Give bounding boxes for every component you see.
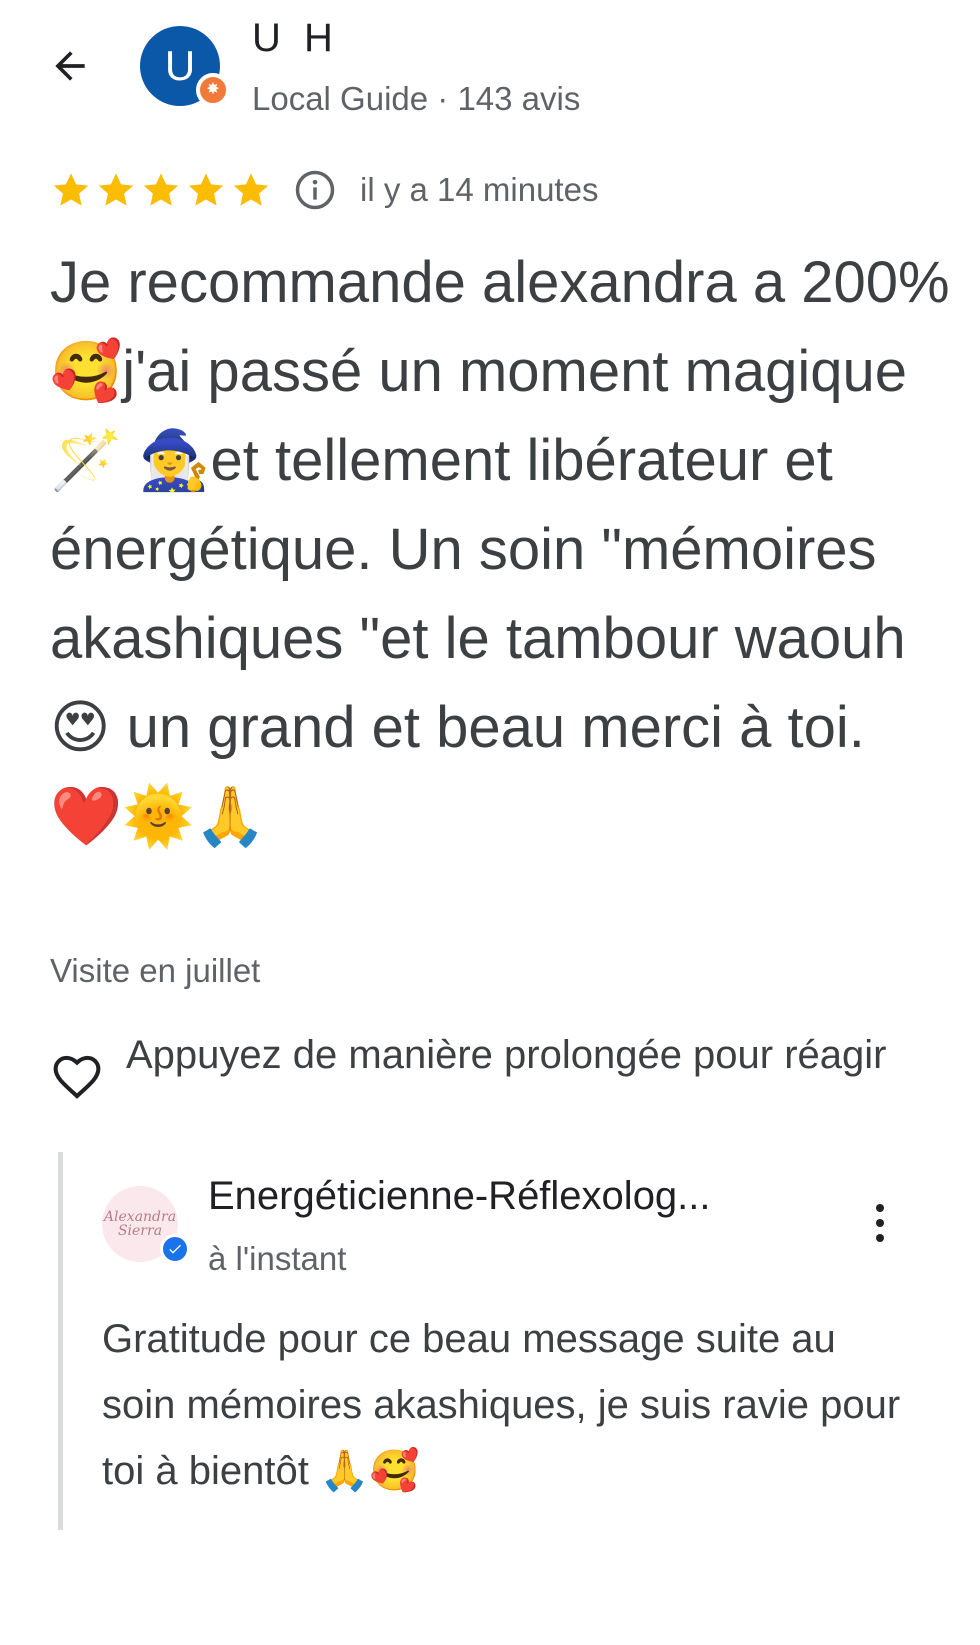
star-rating	[50, 169, 272, 211]
rating-row: il y a 14 minutes	[50, 168, 598, 212]
owner-reply-time: à l'instant	[208, 1240, 347, 1277]
reviewer-name[interactable]: U H	[252, 16, 339, 61]
verified-check-icon	[160, 1234, 190, 1264]
star-icon	[188, 173, 224, 206]
review-detail-screen: U ✸ U H Local Guide · 143 avis il y a 14…	[0, 0, 980, 1645]
review-time: il y a 14 minutes	[360, 171, 599, 208]
star-icon	[143, 173, 179, 206]
heart-outline-icon	[53, 1055, 101, 1099]
back-button[interactable]	[40, 36, 100, 96]
reply-divider	[58, 1152, 63, 1530]
review-text: Je recommande alexandra a 200% 🥰j'ai pas…	[50, 250, 950, 849]
star-icon	[98, 173, 134, 206]
visit-date: Visite en juillet	[50, 952, 261, 989]
owner-avatar-logo-text: Alexandra Sierra	[103, 1209, 177, 1239]
arrow-left-icon	[55, 51, 85, 81]
star-icon	[53, 173, 89, 206]
owner-reply-text: Gratitude pour ce beau message suite au …	[102, 1317, 901, 1493]
owner-name[interactable]: Energéticienne-Réflexolog...	[208, 1174, 808, 1219]
reviewer-meta: Local Guide · 143 avis	[252, 80, 581, 117]
more-options-button[interactable]	[858, 1198, 902, 1248]
info-icon[interactable]	[294, 169, 336, 211]
local-guide-badge-icon: ✸	[196, 73, 230, 107]
avatar-initial: U	[164, 42, 196, 89]
react-label: Appuyez de manière prolongée pour réagir	[126, 1033, 887, 1077]
more-vertical-icon	[876, 1204, 884, 1212]
star-icon	[233, 173, 269, 206]
